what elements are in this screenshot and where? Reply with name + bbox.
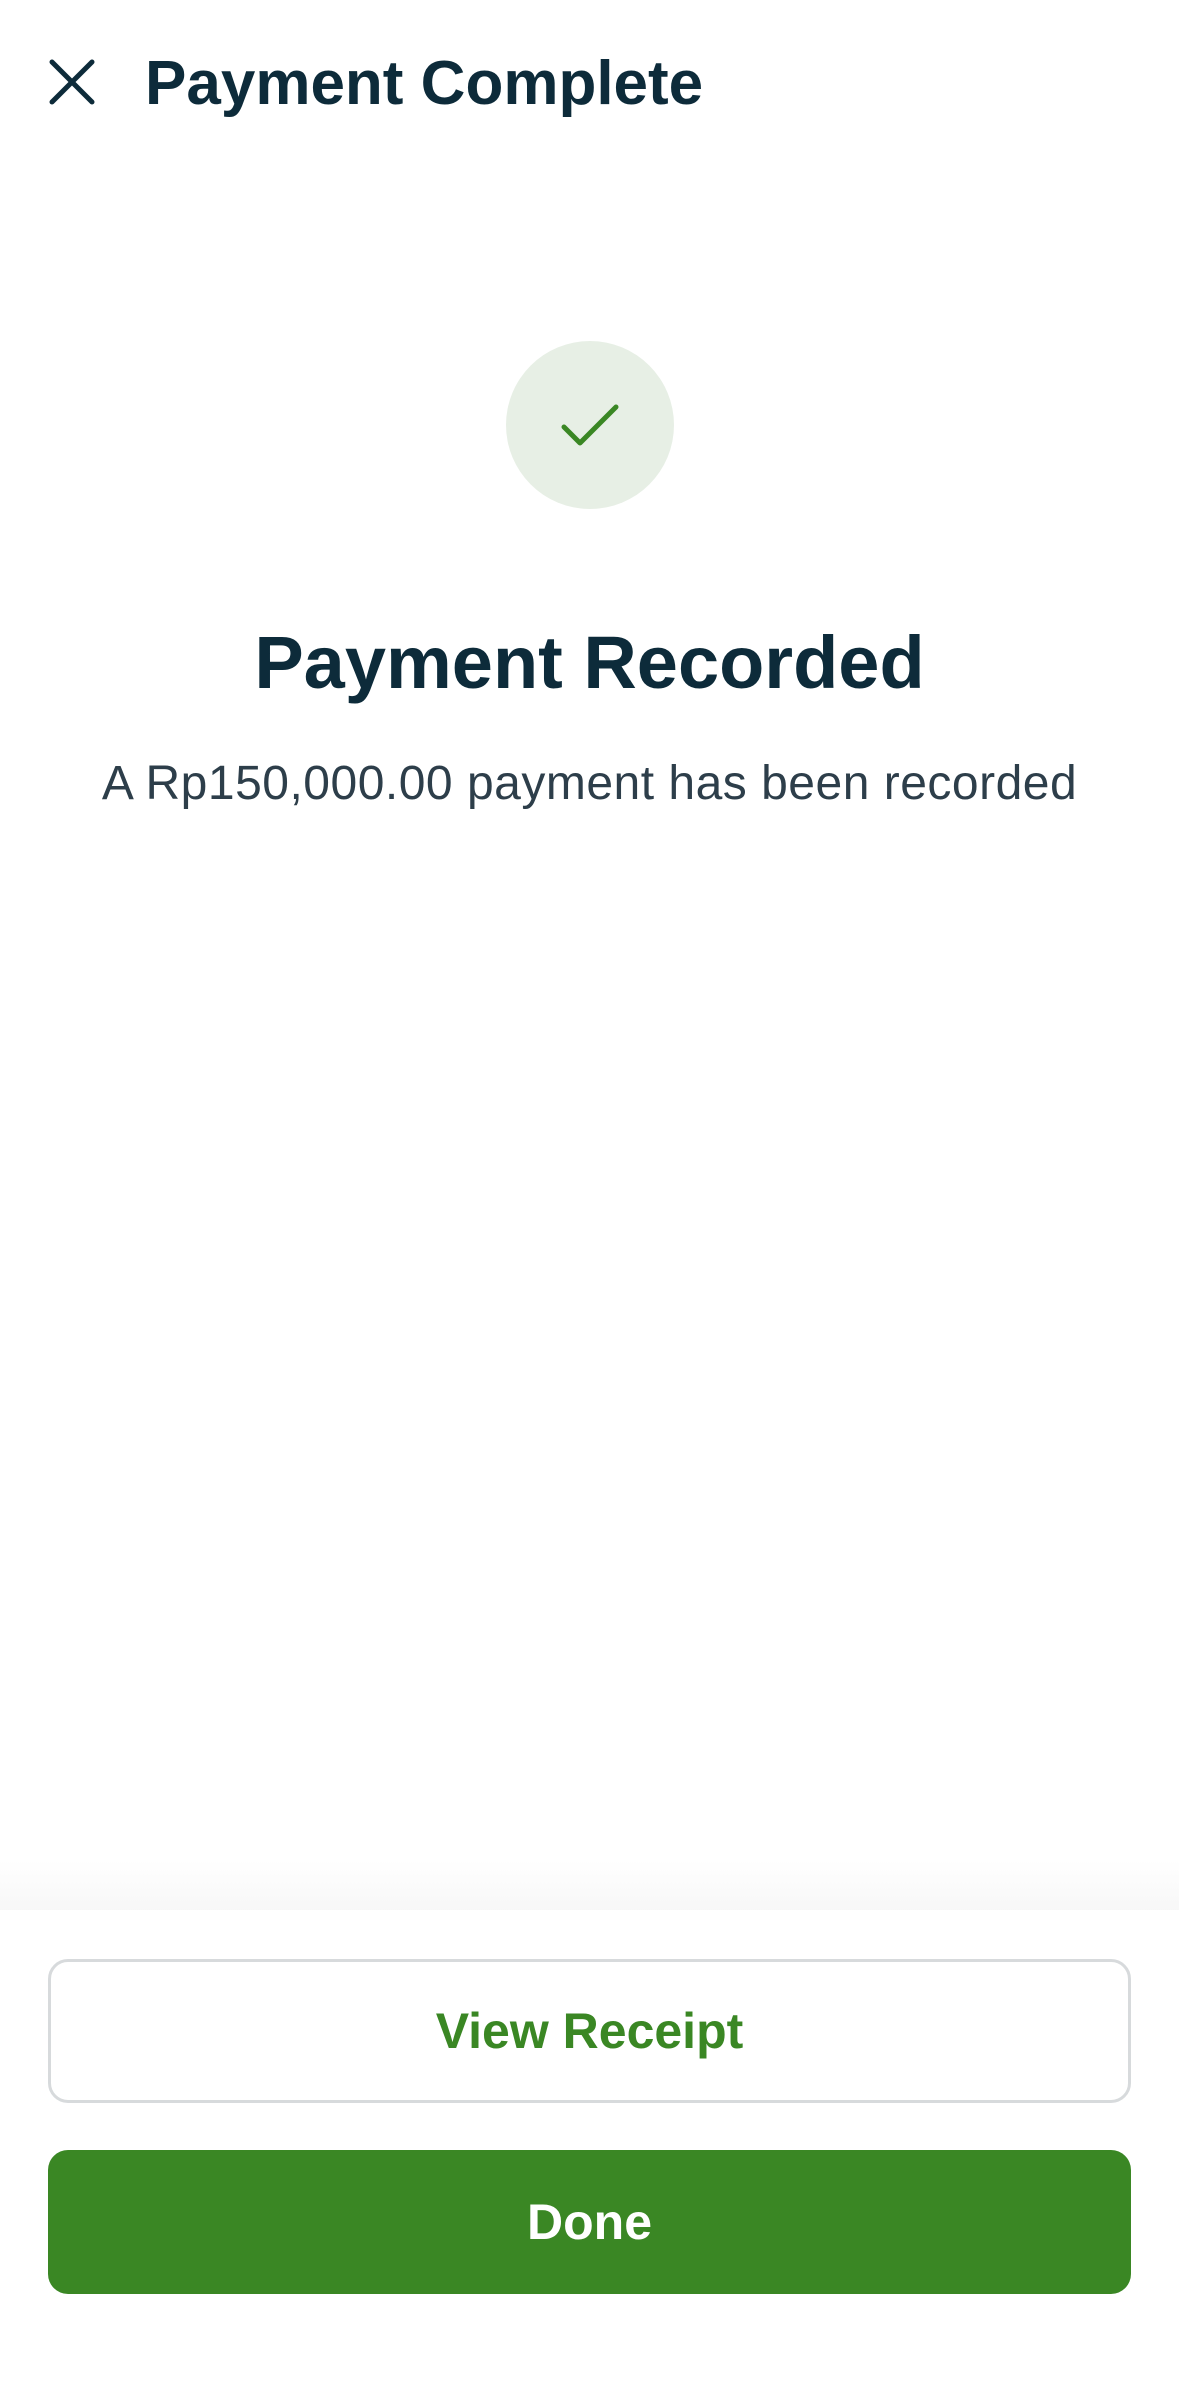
payment-complete-screen: Payment Complete Payment Recorded A Rp15… (0, 0, 1179, 2396)
success-message: A Rp150,000.00 payment has been recorded (101, 757, 1078, 810)
header: Payment Complete (0, 0, 1179, 168)
done-button[interactable]: Done (48, 2150, 1131, 2294)
success-title: Payment Recorded (254, 621, 925, 704)
bottom-bar-shadow (0, 1860, 1179, 1910)
close-icon (49, 59, 95, 105)
page-title: Payment Complete (145, 49, 704, 118)
success-icon-badge (506, 341, 674, 509)
checkmark-icon (561, 404, 619, 446)
close-button[interactable] (42, 52, 102, 112)
view-receipt-button[interactable]: View Receipt (48, 1959, 1131, 2103)
